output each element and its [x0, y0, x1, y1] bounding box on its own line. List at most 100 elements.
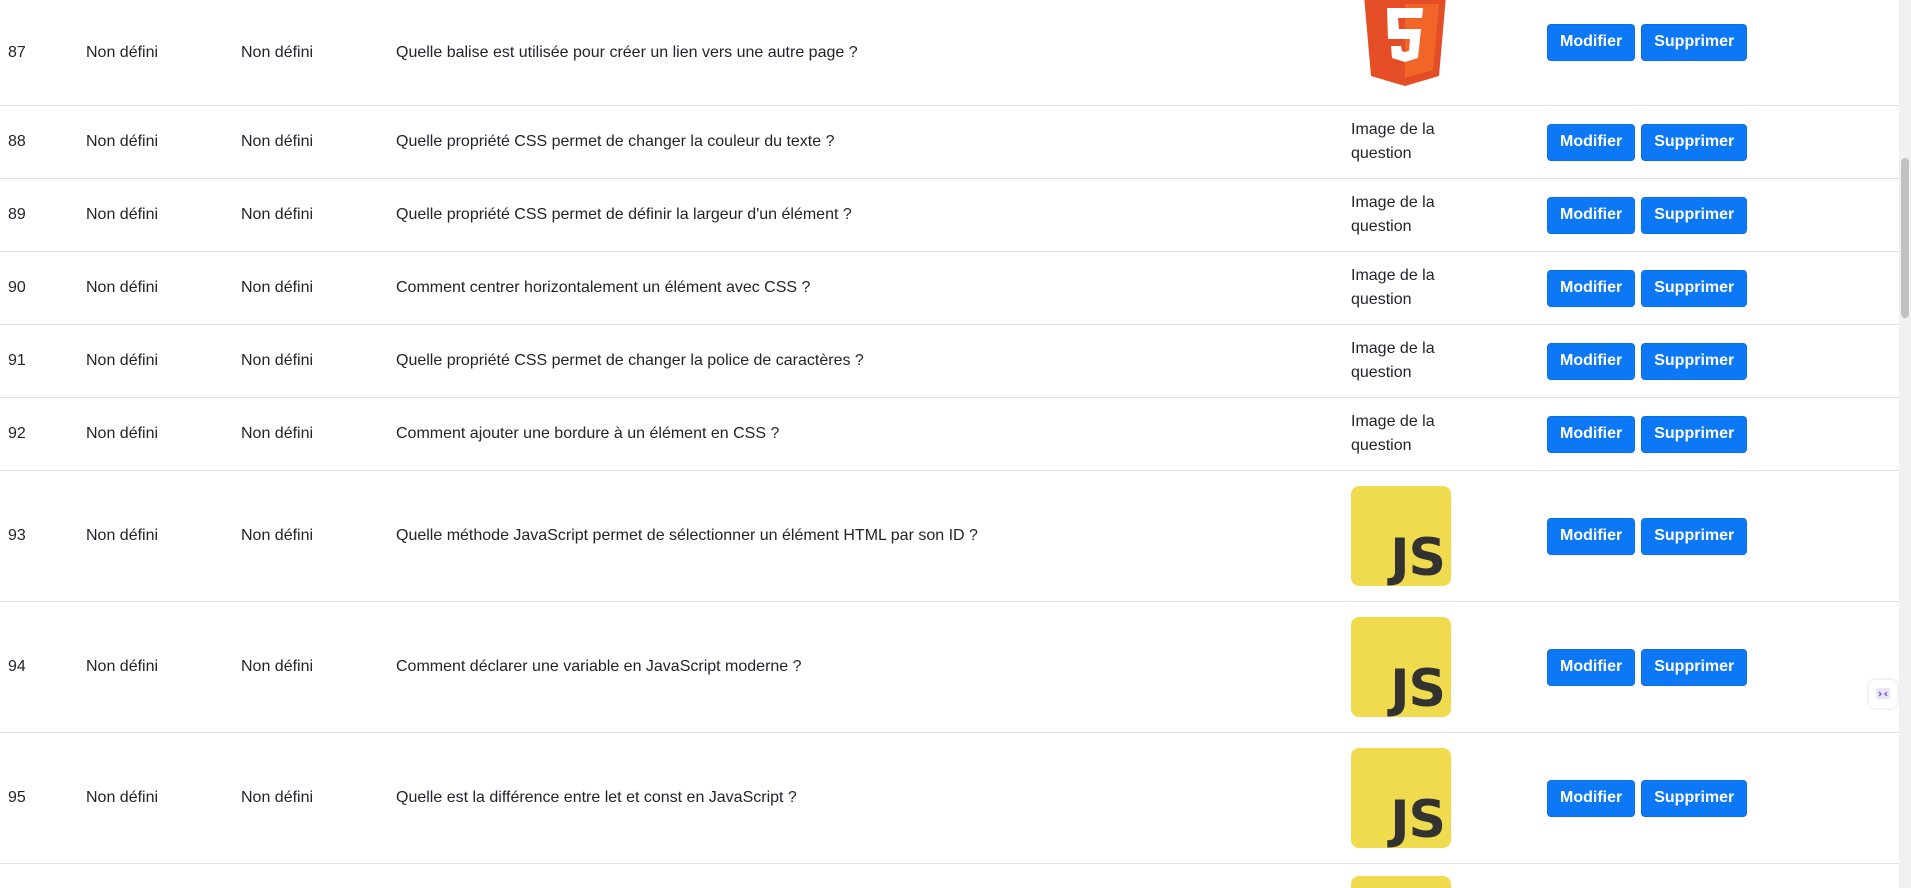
question-difficulty: Non défini — [241, 43, 314, 61]
question-text: Quelle balise est utilisée pour créer un… — [396, 43, 858, 61]
broken-image-alt: Image de la question — [1351, 194, 1435, 235]
question-text: Comment centrer horizontalement un éléme… — [396, 279, 811, 296]
delete-button[interactable]: Supprimer — [1641, 123, 1748, 161]
javascript-logo-icon: JS — [1351, 617, 1451, 717]
question-id: 92 — [8, 425, 26, 442]
row-actions: Modifier Supprimer — [1547, 733, 1748, 863]
question-image: JS — [1351, 733, 1481, 863]
scrollbar-thumb[interactable] — [1901, 158, 1909, 318]
question-image: JS — [1351, 602, 1481, 732]
question-image: Image de la question — [1351, 106, 1481, 178]
javascript-logo-icon — [1351, 876, 1451, 888]
question-image: Image de la question — [1351, 179, 1481, 251]
edit-button[interactable]: Modifier — [1547, 123, 1636, 161]
page: 87 Non défini Non défini Quelle balise e… — [0, 0, 1911, 888]
table-row: 89 Non défini Non défini Quelle propriét… — [0, 179, 1899, 252]
question-category: Non défini — [86, 527, 159, 544]
question-category: Non défini — [86, 279, 159, 296]
row-actions: Modifier Supprimer — [1547, 179, 1748, 251]
question-id: 94 — [8, 658, 26, 675]
row-actions: Modifier Supprimer — [1547, 106, 1748, 178]
html5-logo-icon — [1364, 0, 1446, 86]
table-row: 87 Non défini Non défini Quelle balise e… — [0, 0, 1899, 106]
question-text: Quelle propriété CSS permet de définir l… — [396, 206, 852, 223]
table-row: 91 Non défini Non défini Quelle propriét… — [0, 325, 1899, 398]
js-logo-label: JS — [1390, 528, 1446, 588]
delete-button[interactable]: Supprimer — [1641, 517, 1748, 555]
question-id: 88 — [8, 133, 26, 150]
chat-icon — [1876, 688, 1890, 699]
question-category: Non défini — [86, 425, 159, 442]
question-text: Quelle méthode JavaScript permet de séle… — [396, 527, 978, 544]
broken-image-alt: Image de la question — [1351, 340, 1435, 381]
question-id: 87 — [8, 43, 26, 61]
js-logo-label: JS — [1390, 790, 1446, 850]
question-difficulty: Non défini — [241, 279, 314, 296]
vertical-scrollbar[interactable] — [1899, 0, 1911, 888]
edit-button[interactable]: Modifier — [1547, 415, 1636, 453]
javascript-logo-icon: JS — [1351, 486, 1451, 586]
broken-image-alt: Image de la question — [1351, 121, 1435, 162]
question-text: Comment ajouter une bordure à un élément… — [396, 425, 780, 442]
question-id: 90 — [8, 279, 26, 296]
question-id: 89 — [8, 206, 26, 223]
edit-button[interactable]: Modifier — [1547, 269, 1636, 307]
js-logo-label: JS — [1390, 659, 1446, 719]
row-actions: Modifier Supprimer — [1547, 252, 1748, 324]
question-category: Non défini — [86, 133, 159, 150]
delete-button[interactable]: Supprimer — [1641, 415, 1748, 453]
broken-image-alt: Image de la question — [1351, 267, 1435, 308]
question-image: Image de la question — [1351, 398, 1481, 470]
edit-button[interactable]: Modifier — [1547, 342, 1636, 380]
table-row: 94 Non défini Non défini Comment déclare… — [0, 602, 1899, 733]
question-difficulty: Non défini — [241, 658, 314, 675]
edit-button[interactable]: Modifier — [1547, 517, 1636, 555]
question-image: JS — [1351, 471, 1481, 601]
row-actions: Modifier Supprimer — [1547, 325, 1748, 397]
question-text: Comment déclarer une variable en JavaScr… — [396, 658, 802, 675]
question-category: Non défini — [86, 206, 159, 223]
questions-table: 87 Non défini Non défini Quelle balise e… — [0, 0, 1899, 888]
question-image: Image de la question — [1351, 325, 1481, 397]
delete-button[interactable]: Supprimer — [1641, 23, 1748, 61]
row-actions: Modifier Supprimer — [1547, 0, 1748, 84]
question-id: 91 — [8, 352, 26, 369]
question-difficulty: Non défini — [241, 352, 314, 369]
delete-button[interactable]: Supprimer — [1641, 196, 1748, 234]
question-image: Image de la question — [1351, 252, 1481, 324]
question-image — [1351, 0, 1481, 105]
delete-button[interactable]: Supprimer — [1641, 269, 1748, 307]
table-row: 92 Non défini Non défini Comment ajouter… — [0, 398, 1899, 471]
question-difficulty: Non défini — [241, 133, 314, 150]
edit-button[interactable]: Modifier — [1547, 23, 1636, 61]
table-row: 93 Non défini Non défini Quelle méthode … — [0, 471, 1899, 602]
table-row: 90 Non défini Non défini Comment centrer… — [0, 252, 1899, 325]
row-actions: Modifier Supprimer — [1547, 398, 1748, 470]
edit-button[interactable]: Modifier — [1547, 196, 1636, 234]
question-category: Non défini — [86, 352, 159, 369]
question-text: Quelle propriété CSS permet de changer l… — [396, 352, 864, 369]
question-category: Non défini — [86, 789, 159, 806]
question-difficulty: Non défini — [241, 527, 314, 544]
question-category: Non défini — [86, 43, 159, 61]
question-difficulty: Non défini — [241, 206, 314, 223]
table-row: 88 Non défini Non défini Quelle propriét… — [0, 106, 1899, 179]
table-row: 95 Non défini Non défini Quelle est la d… — [0, 733, 1899, 864]
row-actions: Modifier Supprimer — [1547, 471, 1748, 601]
delete-button[interactable]: Supprimer — [1641, 779, 1748, 817]
javascript-logo-icon: JS — [1351, 748, 1451, 848]
question-category: Non défini — [86, 658, 159, 675]
broken-image-alt: Image de la question — [1351, 413, 1435, 454]
question-difficulty: Non défini — [241, 425, 314, 442]
question-difficulty: Non défini — [241, 789, 314, 806]
question-text: Quelle propriété CSS permet de changer l… — [396, 133, 835, 150]
question-id: 95 — [8, 789, 26, 806]
edit-button[interactable]: Modifier — [1547, 648, 1636, 686]
edit-button[interactable]: Modifier — [1547, 779, 1636, 817]
delete-button[interactable]: Supprimer — [1641, 648, 1748, 686]
question-id: 93 — [8, 527, 26, 544]
question-text: Quelle est la différence entre let et co… — [396, 789, 797, 806]
floating-widget-icon[interactable] — [1869, 680, 1897, 708]
delete-button[interactable]: Supprimer — [1641, 342, 1748, 380]
table-row-partial — [0, 864, 1899, 888]
